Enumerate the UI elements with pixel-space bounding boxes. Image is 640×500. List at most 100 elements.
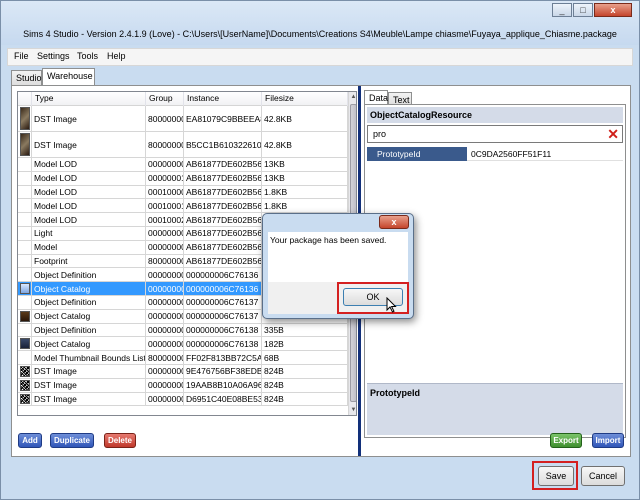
row-group: 00010002 xyxy=(148,213,184,226)
menu-help[interactable]: Help xyxy=(107,51,126,61)
row-instance: 000000006C76136 xyxy=(184,282,262,295)
table-row[interactable]: DST Image 80000000 EA81079C9BBEEA82 42.8KB xyxy=(18,106,348,132)
menu-bar: File Settings Tools Help xyxy=(7,48,633,66)
row-instance: D6951C40E08BE53F xyxy=(186,392,262,406)
row-instance: AB61877DE602B567 xyxy=(186,240,262,254)
row-thumbnail-cell xyxy=(18,337,32,351)
row-filesize: 824B xyxy=(262,378,348,392)
header-instance[interactable]: Instance xyxy=(184,92,262,106)
row-group: 00000000 xyxy=(148,158,184,171)
table-row[interactable]: DST Image 00000000 D6951C40E08BE53F 824B xyxy=(18,392,348,407)
window-title: Sims 4 Studio - Version 2.4.1.9 (Love) -… xyxy=(23,29,617,39)
table-row[interactable]: Model LOD 00010001 AB61877DE602B567 1.8KB xyxy=(18,199,348,214)
table-row[interactable]: DST Image 00000000 9E476756BF38EDB3 824B xyxy=(18,365,348,379)
table-row[interactable]: Object Catalog 00000000 000000006C76138 182… xyxy=(18,337,348,352)
scroll-down-icon[interactable]: ▼ xyxy=(349,405,356,415)
row-type: Object Definition xyxy=(32,296,146,309)
row-filesize: 13KB xyxy=(262,158,348,171)
property-key: PrototypeId xyxy=(367,147,467,161)
dialog-close-button[interactable]: x xyxy=(379,215,409,229)
row-thumbnail-cell xyxy=(18,213,32,226)
property-row[interactable]: PrototypeId 0C9DA2560FF51F11 xyxy=(367,147,623,161)
menu-file[interactable]: File xyxy=(14,51,29,61)
clear-search-icon[interactable]: ✕ xyxy=(607,126,619,142)
cancel-button[interactable]: Cancel xyxy=(581,466,625,486)
delete-button[interactable]: Delete xyxy=(104,433,136,448)
header-filesize[interactable]: Filesize xyxy=(262,92,348,106)
menu-tools[interactable]: Tools xyxy=(77,51,98,61)
row-type: Object Catalog xyxy=(32,282,146,295)
import-button[interactable]: Import xyxy=(592,433,624,448)
thumbnail-image xyxy=(20,338,30,350)
row-group: 00010000 xyxy=(148,185,184,199)
row-type: Model LOD xyxy=(32,171,146,185)
row-group: 80000000 xyxy=(148,351,184,364)
row-filesize: 13KB xyxy=(262,171,348,185)
row-group: 00000000 xyxy=(148,378,184,392)
row-group: 00000000 xyxy=(148,365,184,378)
row-thumbnail-cell xyxy=(18,171,32,185)
row-thumbnail-cell xyxy=(18,282,32,295)
row-thumbnail-cell xyxy=(18,351,32,364)
row-type: Model LOD xyxy=(32,185,146,199)
add-button[interactable]: Add xyxy=(18,433,42,448)
row-type: DST Image xyxy=(32,365,146,378)
row-thumbnail-cell xyxy=(18,309,32,323)
row-thumbnail-cell xyxy=(18,254,32,268)
row-instance: AB61877DE602B567 xyxy=(186,185,262,199)
tab-studio[interactable]: Studio xyxy=(11,70,42,86)
duplicate-button[interactable]: Duplicate xyxy=(50,433,94,448)
header-group[interactable]: Group xyxy=(146,92,184,106)
row-instance: 000000006C76136 xyxy=(184,268,262,282)
row-filesize: 1.8KB xyxy=(262,185,348,199)
row-thumbnail-cell xyxy=(18,392,32,406)
row-type: DST Image xyxy=(32,392,146,406)
row-filesize: 1.8KB xyxy=(262,199,348,213)
tab-warehouse[interactable]: Warehouse xyxy=(42,68,95,86)
row-instance: 000000006C76137 xyxy=(184,309,262,323)
thumbnail-image xyxy=(20,283,30,294)
property-search-input[interactable]: pro ✕ xyxy=(367,125,623,143)
row-instance: 19AAB8B10A06A96E xyxy=(186,378,262,392)
row-thumbnail-cell xyxy=(18,106,32,131)
row-group: 00000000 xyxy=(148,296,184,309)
thumbnail-image xyxy=(20,107,30,130)
minimize-button[interactable]: _ xyxy=(552,3,572,17)
thumbnail-image xyxy=(20,393,30,405)
table-row[interactable]: DST Image 80000000 B5CC1B610322610D 42.8KB xyxy=(18,132,348,158)
property-value[interactable]: 0C9DA2560FF51F11 xyxy=(469,147,551,161)
window-controls: _ □ x xyxy=(552,3,632,17)
table-row[interactable]: Model Thumbnail Bounds List 80000000 FF02F… xyxy=(18,351,348,365)
row-thumbnail-cell xyxy=(18,240,32,254)
row-type: Object Definition xyxy=(32,323,146,337)
row-filesize: 335B xyxy=(262,323,348,337)
scroll-up-icon[interactable]: ▲ xyxy=(349,92,356,102)
row-group: 00000000 xyxy=(148,268,184,282)
table-row[interactable]: Model LOD 00000000 AB61877DE602B567 13KB xyxy=(18,158,348,172)
row-type: Model xyxy=(32,240,146,254)
row-group: 00010001 xyxy=(148,199,184,213)
row-instance: AB61877DE602B567 xyxy=(186,171,262,185)
row-instance: AB61877DE602B567 xyxy=(186,227,262,240)
table-row[interactable]: DST Image 00000000 19AAB8B10A06A96E 824B xyxy=(18,378,348,393)
menu-settings[interactable]: Settings xyxy=(37,51,70,61)
row-thumbnail-cell xyxy=(18,323,32,337)
row-instance: AB61877DE602B567 xyxy=(186,199,262,213)
table-row[interactable]: Model LOD 00010000 AB61877DE602B567 1.8KB xyxy=(18,185,348,200)
header-type[interactable]: Type xyxy=(32,92,146,106)
title-bar: Sims 4 Studio - Version 2.4.1.9 (Love) -… xyxy=(1,1,639,45)
property-description-title: PrototypeId xyxy=(370,388,421,398)
row-instance: B5CC1B610322610D xyxy=(184,132,262,157)
close-button[interactable]: x xyxy=(594,3,632,17)
row-type: Light xyxy=(32,227,146,240)
export-button[interactable]: Export xyxy=(550,433,582,448)
property-search-value: pro xyxy=(373,129,387,139)
maximize-button[interactable]: □ xyxy=(573,3,593,17)
table-row[interactable]: Object Definition 00000000 000000006C76138… xyxy=(18,323,348,338)
table-row[interactable]: Model LOD 00000001 AB61877DE602B567 13KB xyxy=(18,171,348,186)
row-type: Model LOD xyxy=(32,213,146,226)
row-group: 00000000 xyxy=(148,337,184,351)
row-type: DST Image xyxy=(32,378,146,392)
row-filesize: 42.8KB xyxy=(262,132,348,157)
row-thumbnail-cell xyxy=(18,378,32,392)
